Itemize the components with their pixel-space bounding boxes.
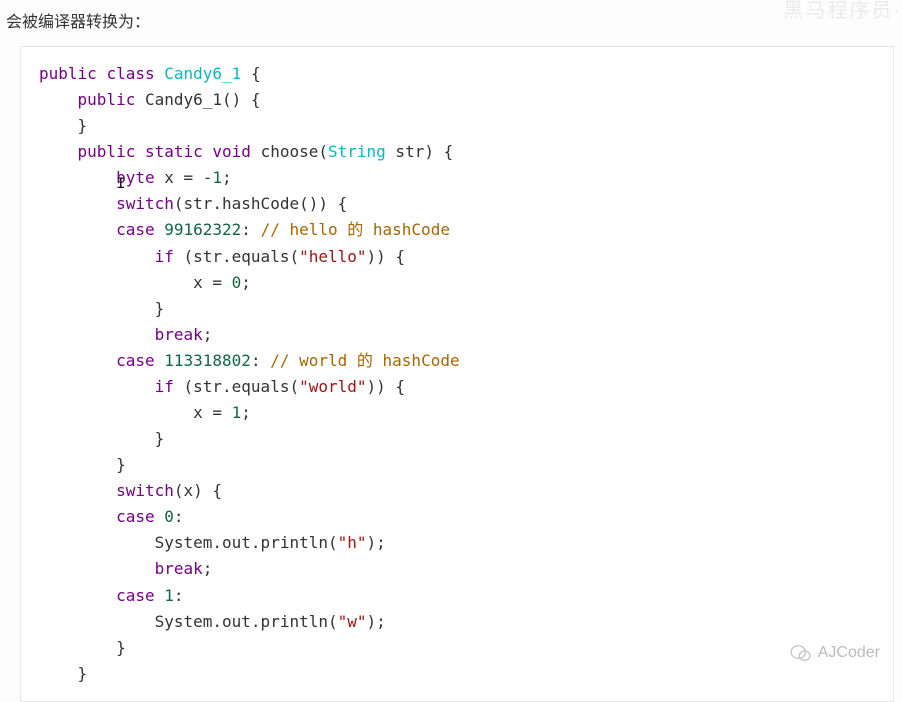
t: } — [39, 455, 126, 474]
t: } — [39, 664, 87, 683]
constructor-name: Candy6_1 — [145, 90, 222, 109]
t: ); — [367, 533, 386, 552]
t: } — [39, 299, 164, 318]
t: System.out.println( — [39, 612, 338, 631]
t — [39, 377, 155, 396]
num: 1 — [232, 403, 242, 422]
t — [155, 220, 165, 239]
kw-class: class — [106, 64, 154, 83]
kw-switch: switch — [116, 481, 174, 500]
t: ; — [203, 559, 213, 578]
num: 113318802 — [164, 351, 251, 370]
string-literal: "h" — [338, 533, 367, 552]
t — [39, 168, 116, 187]
t: () { — [222, 90, 261, 109]
t: - — [203, 168, 213, 187]
kw-break: break — [155, 559, 203, 578]
num: 0 — [164, 507, 174, 526]
t — [39, 247, 155, 266]
num: 1 — [164, 586, 174, 605]
t — [155, 507, 165, 526]
kw-switch: switch — [116, 194, 174, 213]
t — [39, 507, 116, 526]
t: ; — [222, 168, 232, 187]
t: x = — [155, 168, 203, 187]
kw-if: if — [155, 247, 174, 266]
t — [39, 586, 116, 605]
t: (str.equals( — [174, 247, 299, 266]
comment: // hello 的 hashCode — [261, 220, 450, 239]
t: ; — [241, 273, 251, 292]
t: { — [241, 64, 260, 83]
t — [39, 325, 155, 344]
kw-public: public — [78, 90, 136, 109]
kw-case: case — [116, 220, 155, 239]
t: System.out.println( — [39, 533, 338, 552]
type-string: String — [328, 142, 386, 161]
t: ); — [367, 612, 386, 631]
kw-if: if — [155, 377, 174, 396]
t — [39, 559, 155, 578]
t: (str.equals( — [174, 377, 299, 396]
t: : — [174, 586, 184, 605]
kw-public: public — [78, 142, 136, 161]
num: 1 — [212, 168, 222, 187]
kw-void: void — [212, 142, 251, 161]
t: (str.hashCode()) { — [174, 194, 347, 213]
t — [39, 220, 116, 239]
t: } — [39, 638, 126, 657]
t — [155, 351, 165, 370]
intro-text: 会被编译器转换为： — [0, 0, 902, 46]
t: x = — [39, 403, 232, 422]
t: ; — [203, 325, 213, 344]
string-literal: "hello" — [299, 247, 366, 266]
t: : — [174, 507, 184, 526]
kw-case: case — [116, 507, 155, 526]
t — [39, 351, 116, 370]
t: )) { — [367, 377, 406, 396]
t: )) { — [367, 247, 406, 266]
t: (x) { — [174, 481, 222, 500]
t — [39, 481, 116, 500]
kw-case: case — [116, 351, 155, 370]
kw-break: break — [155, 325, 203, 344]
num: 99162322 — [164, 220, 241, 239]
kw-case: case — [116, 586, 155, 605]
t: : — [251, 351, 270, 370]
comment: // world 的 hashCode — [270, 351, 459, 370]
t: ; — [241, 403, 251, 422]
t: x = — [39, 273, 232, 292]
kw-static: static — [145, 142, 203, 161]
t — [39, 194, 116, 213]
t: } — [39, 116, 87, 135]
string-literal: "world" — [299, 377, 366, 396]
kw-byte: byte — [116, 168, 155, 187]
t: : — [241, 220, 260, 239]
class-name: Candy6_1 — [164, 64, 241, 83]
code-block: public class Candy6_1 { public Candy6_1(… — [20, 46, 894, 702]
t: } — [39, 429, 164, 448]
kw-public: public — [39, 64, 97, 83]
method-name: choose( — [251, 142, 328, 161]
t — [155, 586, 165, 605]
num: 0 — [232, 273, 242, 292]
t: str) { — [386, 142, 453, 161]
string-literal: "w" — [338, 612, 367, 631]
